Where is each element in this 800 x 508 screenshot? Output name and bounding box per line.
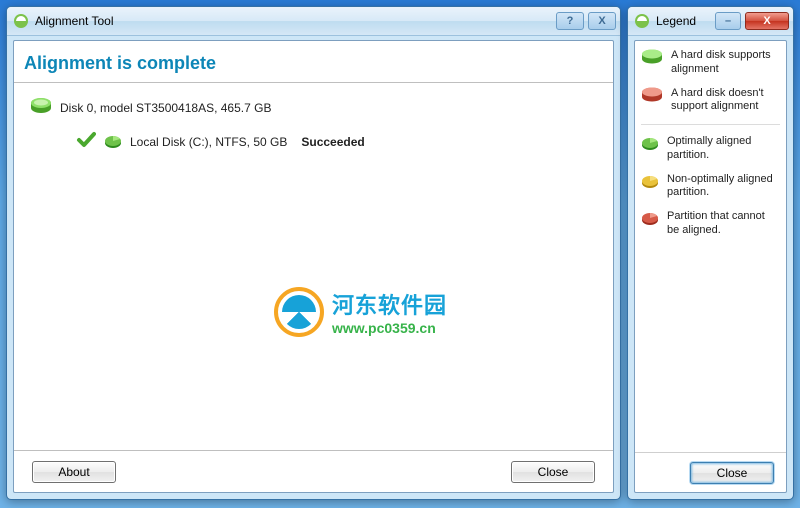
legend-separator (641, 124, 780, 125)
legend-item: A hard disk supports alignment (641, 49, 780, 77)
legend-item-text: Partition that cannot be aligned. (667, 210, 780, 238)
legend-item-text: Optimally aligned partition. (667, 135, 780, 163)
footer: About Close (14, 450, 613, 492)
legend-titlebar-buttons: – X (715, 12, 789, 30)
disk-row: Disk 0, model ST3500418AS, 465.7 GB (30, 97, 603, 118)
partition-label: Local Disk (C:), NTFS, 50 GB (130, 135, 287, 149)
watermark: 河东软件园 www.pc0359.cn (274, 287, 447, 337)
pie-red-icon (641, 210, 659, 228)
minimize-button[interactable]: – (715, 12, 741, 30)
legend-item-text: Non-optimally aligned partition. (667, 173, 780, 201)
legend-close-button[interactable]: X (745, 12, 789, 30)
alignment-tool-window: Alignment Tool ? X Alignment is complete… (6, 6, 621, 500)
about-button[interactable]: About (32, 461, 116, 483)
legend-item-text: A hard disk doesn't support alignment (671, 87, 780, 115)
watermark-text-1: 河东软件园 (332, 288, 447, 320)
checkmark-icon (76, 130, 96, 153)
disk-icon (30, 97, 52, 118)
partition-green-icon (104, 133, 122, 151)
legend-close-dialog-button[interactable]: Close (690, 462, 774, 484)
disk-label: Disk 0, model ST3500418AS, 465.7 GB (60, 101, 271, 115)
app-icon (13, 13, 29, 29)
help-button[interactable]: ? (556, 12, 584, 30)
close-dialog-button[interactable]: Close (511, 461, 595, 483)
watermark-text-2: www.pc0359.cn (332, 320, 447, 336)
disk-red-icon (641, 87, 663, 115)
titlebar-buttons: ? X (556, 12, 616, 30)
legend-body: A hard disk supports alignment A hard di… (634, 40, 787, 493)
client-area: Alignment is complete Disk 0, model ST35… (13, 40, 614, 493)
legend-window: Legend – X A hard disk supports alignmen… (627, 6, 794, 500)
legend-item: A hard disk doesn't support alignment (641, 87, 780, 115)
legend-item: Partition that cannot be aligned. (641, 210, 780, 238)
legend-titlebar[interactable]: Legend – X (628, 7, 793, 36)
legend-app-icon (634, 13, 650, 29)
legend-item-text: A hard disk supports alignment (671, 49, 780, 77)
content-area: Disk 0, model ST3500418AS, 465.7 GB Loca… (14, 83, 613, 450)
close-button[interactable]: X (588, 12, 616, 30)
titlebar[interactable]: Alignment Tool ? X (7, 7, 620, 36)
partition-row: Local Disk (C:), NTFS, 50 GB Succeeded (76, 130, 603, 153)
legend-item: Optimally aligned partition. (641, 135, 780, 163)
disk-green-icon (641, 49, 663, 77)
partition-status: Succeeded (301, 135, 364, 149)
legend-footer: Close (635, 452, 786, 492)
legend-item: Non-optimally aligned partition. (641, 173, 780, 201)
page-heading: Alignment is complete (14, 41, 613, 83)
window-title: Alignment Tool (35, 14, 556, 28)
legend-list: A hard disk supports alignment A hard di… (635, 41, 786, 452)
watermark-logo-icon (274, 287, 324, 337)
legend-window-title: Legend (656, 14, 715, 28)
pie-green-icon (641, 135, 659, 153)
pie-yellow-icon (641, 173, 659, 191)
